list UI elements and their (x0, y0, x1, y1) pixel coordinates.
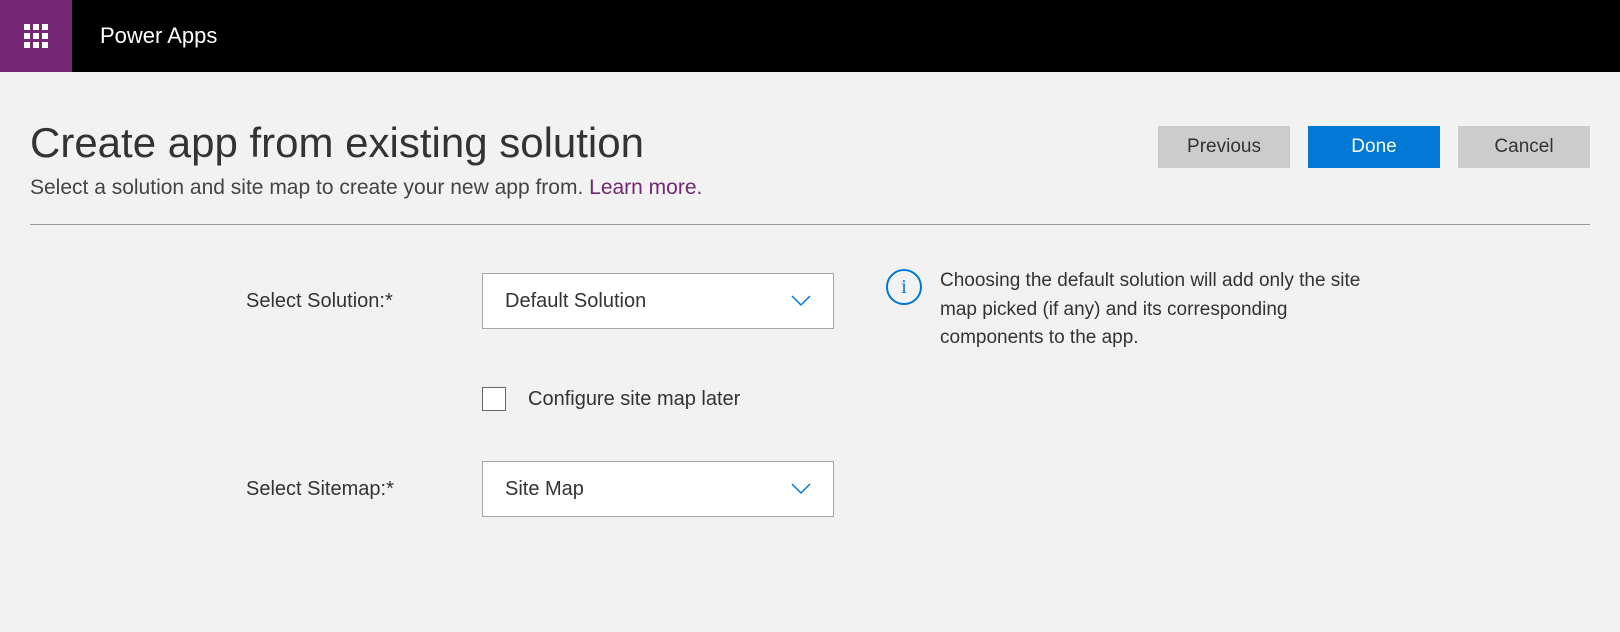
learn-more-link[interactable]: Learn more. (589, 176, 702, 199)
header-text-block: Create app from existing solution Select… (30, 120, 702, 200)
previous-button[interactable]: Previous (1158, 126, 1290, 168)
sitemap-select[interactable]: Site Map (482, 461, 834, 517)
chevron-down-icon (791, 295, 811, 307)
info-text: Choosing the default solution will add o… (940, 267, 1386, 353)
sitemap-label: Select Sitemap:* (246, 478, 482, 501)
info-icon: i (886, 269, 922, 305)
chevron-down-icon (791, 483, 811, 495)
subtitle-text: Select a solution and site map to create… (30, 176, 589, 199)
sitemap-selected-value: Site Map (505, 478, 584, 501)
button-group: Previous Done Cancel (1158, 120, 1590, 168)
solution-row: Select Solution:* Default Solution i Cho… (246, 273, 1590, 329)
page-content: Create app from existing solution Select… (0, 72, 1620, 517)
configure-later-checkbox[interactable] (482, 387, 506, 411)
info-panel: i Choosing the default solution will add… (886, 267, 1386, 353)
app-name: Power Apps (100, 23, 217, 49)
waffle-icon (24, 24, 48, 48)
page-subtitle: Select a solution and site map to create… (30, 176, 702, 200)
configure-later-row: Configure site map later (482, 387, 1590, 411)
configure-later-label: Configure site map later (528, 388, 740, 411)
page-title: Create app from existing solution (30, 120, 702, 166)
solution-label: Select Solution:* (246, 290, 482, 313)
solution-select[interactable]: Default Solution (482, 273, 834, 329)
header-row: Create app from existing solution Select… (30, 120, 1590, 200)
solution-selected-value: Default Solution (505, 290, 646, 313)
app-launcher-button[interactable] (0, 0, 72, 72)
sitemap-row: Select Sitemap:* Site Map (246, 461, 1590, 517)
topbar: Power Apps (0, 0, 1620, 72)
done-button[interactable]: Done (1308, 126, 1440, 168)
form-area: Select Solution:* Default Solution i Cho… (30, 225, 1590, 517)
cancel-button[interactable]: Cancel (1458, 126, 1590, 168)
